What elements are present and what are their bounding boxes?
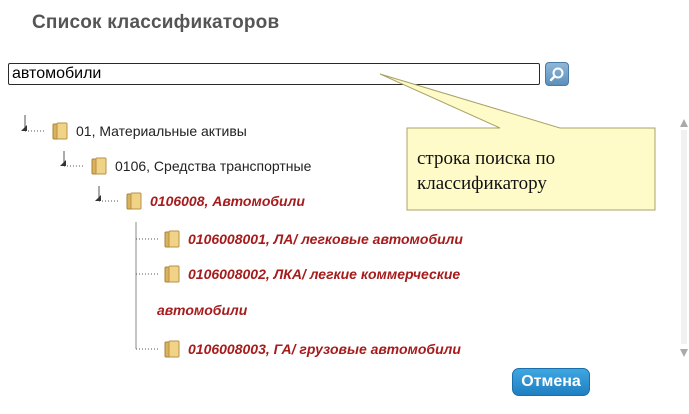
callout-balloon	[379, 73, 656, 211]
callout-text: строка поиска по классификатору	[417, 146, 607, 196]
cancel-button[interactable]: Отмена	[512, 368, 590, 396]
callout-line-2: классификатору	[417, 173, 547, 194]
callout-line-1: строка поиска по	[417, 148, 556, 169]
